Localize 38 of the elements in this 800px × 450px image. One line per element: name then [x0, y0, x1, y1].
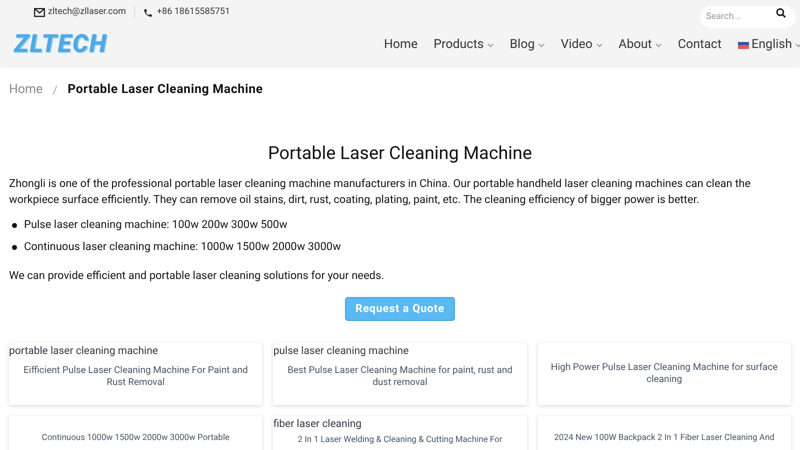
- product-title[interactable]: Eifficient Pulse Laser Cleaning Machine For Paint and Rust Removal: [9, 365, 262, 390]
- bullet-icon: [12, 222, 17, 228]
- page-heading: Portable Laser Cleaning Machine: [266, 142, 534, 166]
- product-card[interactable]: pulse laser cleaning machine Best Pulse Laser Cleaning Machine for paint, rust and dust removal: [273, 343, 527, 406]
- category-link[interactable]: portable laser cleaning machine: [9, 344, 262, 358]
- category-link[interactable]: pulse laser cleaning machine: [273, 344, 527, 358]
- closing-paragraph: We can provide efficient and portable laser cleaning solutions for your needs.: [8, 268, 386, 284]
- nav-link[interactable]: English: [738, 36, 800, 54]
- bullet-icon: [12, 245, 17, 250]
- nav-link[interactable]: About: [618, 36, 662, 54]
- product-title[interactable]: Continuous 1000w 1500w 2000w 3000w Portable: [9, 433, 262, 444]
- nav-link[interactable]: Contact: [678, 36, 722, 54]
- envelope-icon: [34, 8, 45, 17]
- product-card[interactable]: High Power Pulse Laser Cleaning Machine for surface cleaning: [538, 343, 791, 406]
- list-item: Continuous laser cleaning machine: 1000w 1500w 2000w 3000w: [24, 239, 341, 256]
- breadcrumb-current: Portable Laser Cleaning Machine: [68, 81, 263, 99]
- product-card[interactable]: 2024 New 100W Backpack 2 In 1 Fiber Laser Cleaning And: [538, 416, 791, 450]
- nav-link[interactable]: Home: [384, 36, 418, 54]
- intro-paragraph: Zhongli is one of the professional portable laser cleaning machine manufacturers in China. Our portable handheld laser cleaning machines can clean the workpiece surface efficiently. They can remove oil stains, dirt, rust, coating, plating, paint, etc. The cleaning efficiency of bigger power is better.: [8, 176, 752, 208]
- email-link[interactable]: zltech@zllaser.com: [48, 6, 126, 20]
- product-card[interactable]: fiber laser cleaning 2 In 1 Laser Welding & Cleaning & Cutting Machine For: [273, 416, 527, 450]
- product-title[interactable]: 2024 New 100W Backpack 2 In 1 Fiber Laser Cleaning And: [538, 433, 791, 444]
- search-field[interactable]: Search...: [700, 6, 796, 28]
- phone-link[interactable]: +86 18615585751: [156, 6, 230, 20]
- product-title[interactable]: High Power Pulse Laser Cleaning Machine for surface cleaning: [538, 362, 791, 386]
- list-item: Pulse laser cleaning machine: 100w 200w 300w 500w: [24, 216, 288, 233]
- product-card[interactable]: Continuous 1000w 1500w 2000w 3000w Portable: [9, 416, 262, 450]
- category-link[interactable]: fiber laser cleaning: [273, 417, 527, 432]
- nav-link[interactable]: Products: [434, 36, 494, 54]
- breadcrumb-link[interactable]: Home: [9, 81, 43, 100]
- product-title[interactable]: 2 In 1 Laser Welding & Cleaning & Cutting Machine For: [273, 435, 527, 446]
- nav-link[interactable]: Blog: [510, 36, 545, 54]
- search-icon[interactable]: [776, 8, 786, 18]
- nav-link[interactable]: Video: [560, 36, 603, 54]
- phone-icon: [142, 8, 153, 18]
- product-title[interactable]: Best Pulse Laser Cleaning Machine for paint, rust and dust removal: [273, 365, 527, 390]
- product-card[interactable]: portable laser cleaning machine Eifficient Pulse Laser Cleaning Machine For Paint and Rust Removal: [9, 343, 262, 406]
- breadcrumb-separator: /: [52, 82, 58, 100]
